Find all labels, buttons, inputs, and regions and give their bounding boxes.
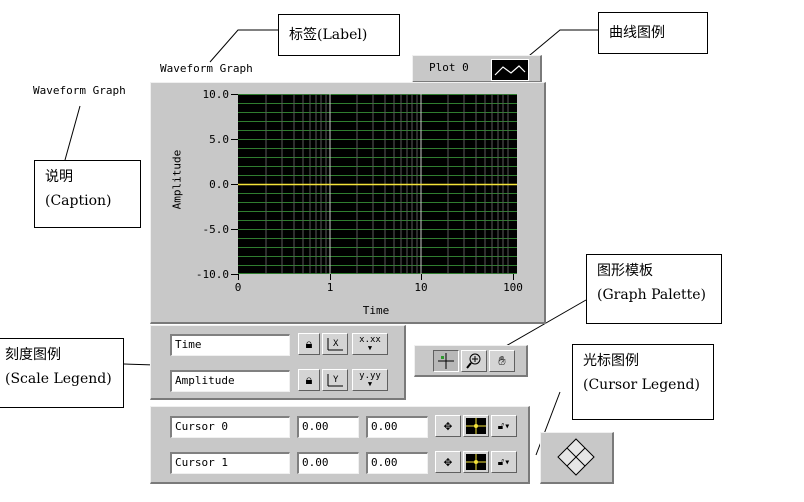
format-x-button[interactable]: x.xx ▼ <box>352 333 388 355</box>
x-axis-label: Time <box>362 304 390 317</box>
callout-caption-line1: 说明 <box>45 169 73 185</box>
y-axis-label: Amplitude <box>170 149 184 210</box>
cursor-name-field[interactable]: Cursor 1 <box>170 452 290 474</box>
lock-icon: 🔒︎ <box>305 372 313 388</box>
cursor-style-button[interactable] <box>463 415 489 437</box>
dropdown-arrow-icon: ▼ <box>367 380 373 388</box>
cursor-x-field[interactable]: 0.00 <box>297 452 359 474</box>
diamond-arrows-icon <box>557 438 595 476</box>
callout-cursor-legend-line1: 光标图例 <box>583 353 639 369</box>
pan-tool-button[interactable]: ✋︎ <box>489 350 515 372</box>
callout-caption-line2: (Caption) <box>45 193 112 209</box>
autoscale-x-icon: X <box>327 338 343 351</box>
cursor-x-field[interactable]: 0.00 <box>297 416 359 438</box>
cursor-style-button[interactable] <box>463 451 489 473</box>
svg-text:X: X <box>333 339 339 349</box>
lock-button[interactable]: 🔒︎ <box>298 369 320 391</box>
svg-text:Y: Y <box>333 375 339 385</box>
x-tick-label: 1 <box>326 281 334 294</box>
y-tick-label: 0.0 <box>209 178 229 191</box>
cursor-lock-button[interactable]: 🔓︎▾ <box>491 415 517 437</box>
scale-name-field[interactable]: Time <box>170 334 290 356</box>
x-tick <box>513 274 514 280</box>
cursor-style-icon <box>466 418 486 434</box>
zoom-tool-button[interactable] <box>461 350 487 372</box>
callout-graph-palette: 图形模板 (Graph Palette) <box>586 254 722 324</box>
plot-legend-name: Plot 0 <box>429 61 469 74</box>
lock-button[interactable]: 🔒︎ <box>298 333 320 355</box>
dropdown-arrow-icon: ▼ <box>367 344 373 352</box>
scale-name-field[interactable]: Amplitude <box>170 370 290 392</box>
lock-icon: 🔒︎ <box>305 336 313 352</box>
plot-area[interactable] <box>238 94 517 274</box>
callout-caption: 说明 (Caption) <box>34 160 141 228</box>
move-arrows-icon: ✥ <box>443 418 453 434</box>
zoom-icon <box>466 353 481 369</box>
x-tick <box>238 274 239 280</box>
cursor-style-icon <box>466 454 486 470</box>
lock-dropdown-icon: 🔓︎▾ <box>497 420 511 432</box>
autoscale-y-button[interactable]: Y <box>322 369 348 391</box>
cursor-movement-control[interactable] <box>540 432 614 484</box>
y-tick-label: -10.0 <box>195 268 229 281</box>
callout-plot-legend: 曲线图例 <box>598 12 708 54</box>
y-tick <box>231 94 238 95</box>
graph-caption: Waveform Graph <box>33 84 126 97</box>
y-tick-label: 5.0 <box>209 133 229 146</box>
plot-line-icon <box>494 65 526 76</box>
x-tick <box>330 274 331 280</box>
cursor-legend: Cursor 0 0.00 0.00 ✥ 🔓︎▾ Cursor 1 0.00 0… <box>150 406 530 484</box>
cursor-y-field[interactable]: 0.00 <box>366 452 428 474</box>
y-tick-label: 10.0 <box>202 88 230 101</box>
callout-graph-palette-line2: (Graph Palette) <box>597 287 707 303</box>
callout-label: 标签(Label) <box>278 14 400 56</box>
callout-cursor-legend: 光标图例 (Cursor Legend) <box>572 344 714 420</box>
graph-palette: ✋︎ <box>414 345 528 377</box>
plot-legend-swatch[interactable] <box>491 59 529 81</box>
autoscale-y-icon: Y <box>327 374 343 387</box>
autoscale-x-button[interactable]: X <box>322 333 348 355</box>
graph-label: Waveform Graph <box>160 62 253 75</box>
waveform-graph-panel: Amplitude 10.0 5.0 0.0 -5.0 -10.0 0 1 10… <box>150 82 546 324</box>
x-tick-label: 10 <box>414 281 428 294</box>
y-tick-label: -5.0 <box>202 223 230 236</box>
x-tick-label: 0 <box>234 281 242 294</box>
x-tick <box>421 274 422 280</box>
lock-dropdown-icon: 🔓︎▾ <box>497 456 511 468</box>
cursor-lock-button[interactable]: 🔓︎▾ <box>491 451 517 473</box>
crosshair-icon <box>438 353 454 369</box>
callout-cursor-legend-line2: (Cursor Legend) <box>583 377 700 393</box>
cursor-name-field[interactable]: Cursor 0 <box>170 416 290 438</box>
callout-scale-legend: 刻度图例 (Scale Legend) <box>0 338 124 408</box>
cursor-move-button[interactable]: ✥ <box>435 451 461 473</box>
format-y-button[interactable]: y.yy ▼ <box>352 369 388 391</box>
cursor-tool-button[interactable] <box>433 350 459 372</box>
cursor-y-field[interactable]: 0.00 <box>366 416 428 438</box>
y-tick <box>231 139 238 140</box>
callout-scale-legend-line2: (Scale Legend) <box>5 371 112 387</box>
y-tick <box>231 274 238 275</box>
x-tick-label: 100 <box>503 281 523 294</box>
callout-scale-legend-line1: 刻度图例 <box>5 347 61 363</box>
y-tick <box>231 229 238 230</box>
callout-graph-palette-line1: 图形模板 <box>597 263 653 279</box>
hand-icon: ✋︎ <box>498 353 506 369</box>
y-tick <box>231 184 238 185</box>
move-arrows-icon: ✥ <box>443 454 453 470</box>
cursor-move-button[interactable]: ✥ <box>435 415 461 437</box>
plot-legend[interactable]: Plot 0 <box>412 55 542 83</box>
scale-legend: Time 🔒︎ X x.xx ▼ Amplitude 🔒︎ Y y.yy ▼ <box>150 325 406 400</box>
